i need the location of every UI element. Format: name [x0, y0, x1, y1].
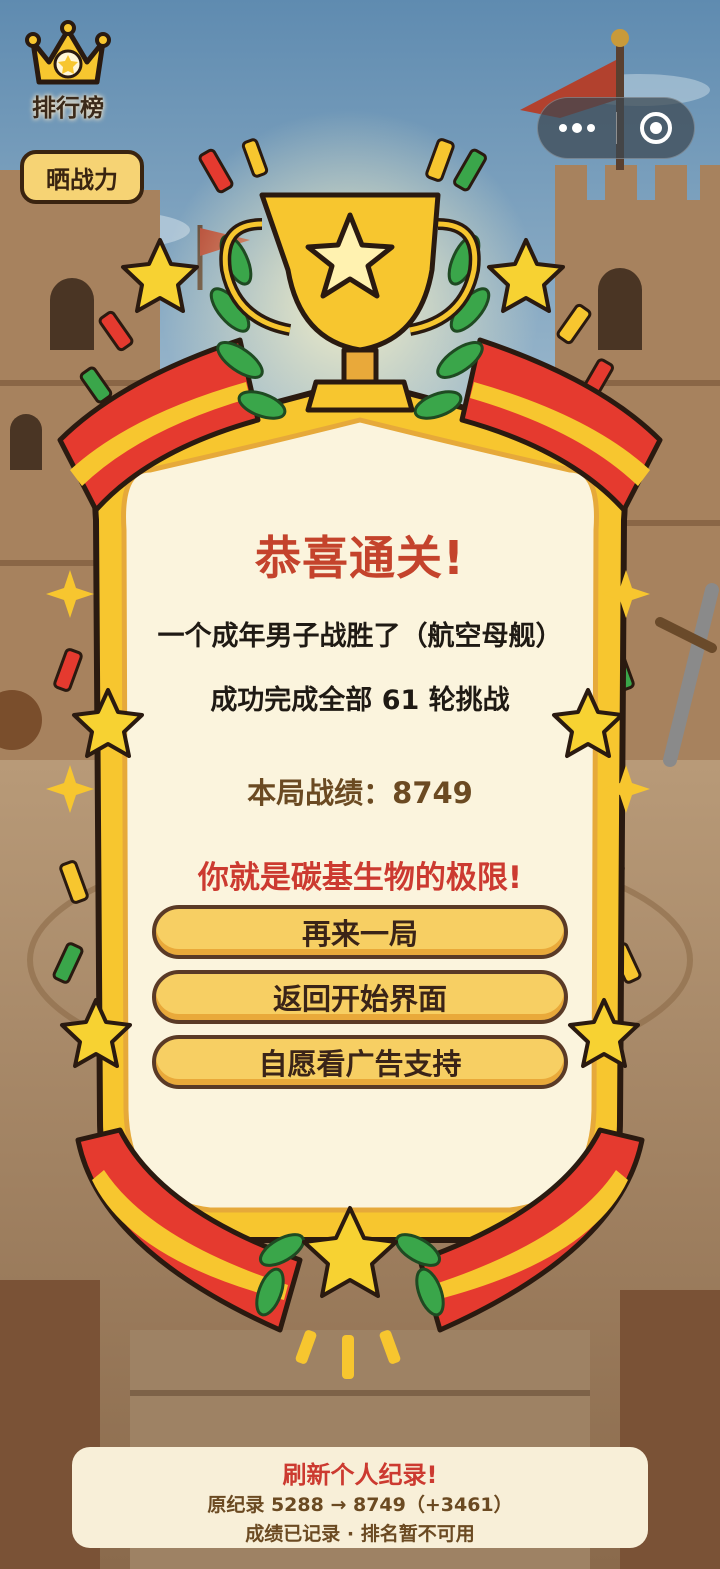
miniprogram-capsule — [537, 97, 695, 159]
watch-ad-button[interactable]: 自愿看广告支持 — [152, 1035, 568, 1089]
back-to-start-button[interactable]: 返回开始界面 — [152, 970, 568, 1024]
leaderboard-button[interactable]: 排行榜 — [18, 20, 118, 123]
record-status: 成绩已记录 · 排名暂不可用 — [245, 1523, 475, 1545]
new-record-headline: 刷新个人纪录! — [282, 1461, 438, 1489]
target-close-icon — [640, 112, 672, 144]
record-detail: 原纪录 5288 → 8749（+3461） — [207, 1494, 513, 1516]
record-panel: 刷新个人纪录! 原纪录 5288 → 8749（+3461） 成绩已记录 · 排… — [72, 1447, 648, 1548]
share-power-button[interactable]: 晒战力 — [20, 150, 144, 204]
replay-button[interactable]: 再来一局 — [152, 905, 568, 959]
battle-summary: 一个成年男子战胜了（航空母舰） — [157, 621, 563, 652]
score-text: 本局战绩：8749 — [247, 776, 473, 810]
leaderboard-label: 排行榜 — [32, 94, 104, 122]
praise-text: 你就是碳基生物的极限! — [197, 860, 523, 896]
more-button[interactable] — [538, 98, 616, 158]
close-miniprogram-button[interactable] — [617, 98, 695, 158]
victory-title: 恭喜通关! — [255, 531, 465, 585]
rounds-completed: 成功完成全部 61 轮挑战 — [210, 685, 510, 716]
more-dots-icon — [559, 123, 595, 133]
crown-icon — [25, 20, 111, 85]
